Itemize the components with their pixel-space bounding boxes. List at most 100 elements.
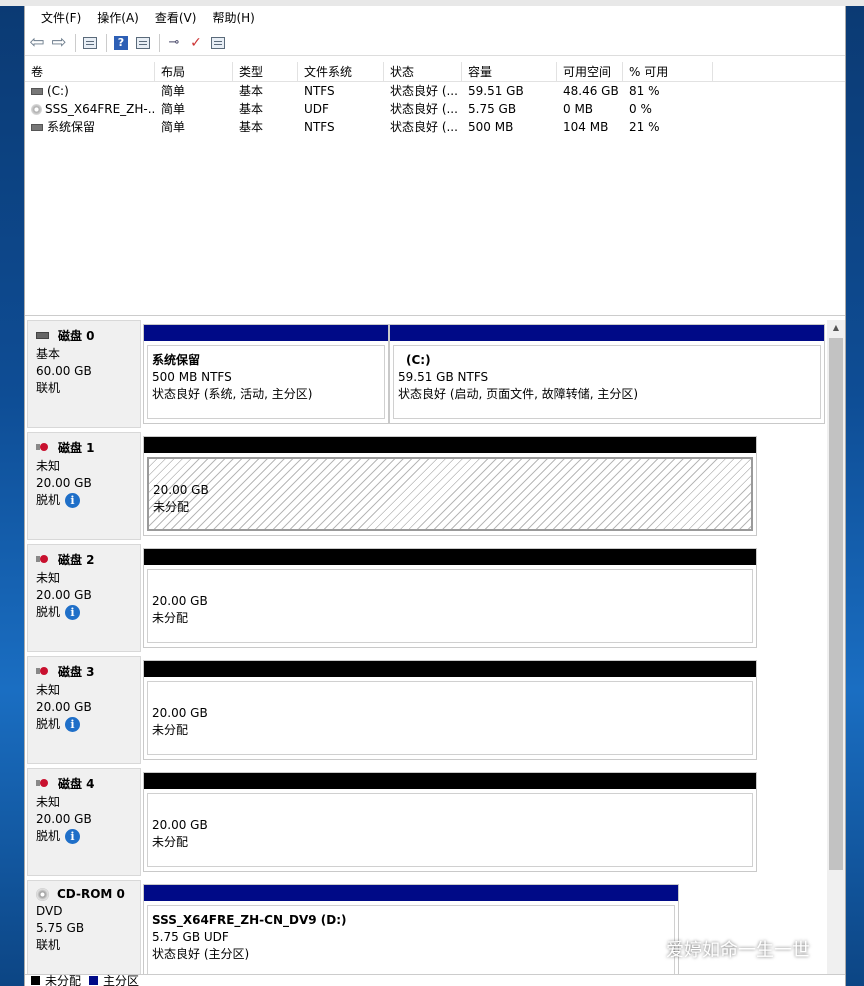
partition-title: (C:) (406, 353, 431, 367)
col-percent-free[interactable]: % 可用 (623, 62, 713, 81)
offline-disk-icon (36, 779, 49, 788)
col-type[interactable]: 类型 (233, 62, 298, 81)
disk-size: 60.00 GB (36, 364, 92, 378)
disk-label[interactable]: 磁盘 1 未知 20.00 GB 脱机 i (27, 432, 141, 540)
unallocated-size: 20.00 GB (152, 594, 208, 608)
scrollbar-thumb[interactable] (829, 338, 843, 870)
volume-pct: 81 % (629, 84, 660, 98)
primary-partition-bar (390, 325, 824, 341)
disk-label[interactable]: CD-ROM 0 DVD 5.75 GB 联机 (27, 880, 141, 986)
disk-kind: 基本 (36, 347, 61, 361)
partition-size: 500 MB NTFS (152, 370, 232, 384)
unallocated-label: 未分配 (152, 723, 189, 737)
volume-layout: 简单 (161, 84, 186, 98)
connect-icon[interactable]: ⊸ (164, 33, 184, 53)
table-row[interactable]: 系统保留 简单 基本 NTFS 状态良好 (... 500 MB 104 MB … (25, 118, 845, 136)
unallocated-space[interactable]: 20.00 GB 未分配 (143, 436, 757, 536)
forward-arrow-icon[interactable]: ⇨ (49, 33, 69, 53)
partition-d[interactable]: SSS_X64FRE_ZH-CN_DV9 (D:) 5.75 GB UDF 状态… (143, 884, 679, 984)
unallocated-space[interactable]: 20.00 GB 未分配 (143, 548, 757, 648)
volume-layout: 简单 (161, 120, 186, 134)
disk-row: CD-ROM 0 DVD 5.75 GB 联机 SSS_X64FRE_ZH-CN… (25, 880, 845, 986)
legend-swatch-primary (89, 976, 99, 985)
check-icon[interactable]: ✓ (186, 33, 206, 53)
disk-title: 磁盘 3 (58, 665, 95, 679)
col-filesystem[interactable]: 文件系统 (298, 62, 384, 81)
unallocated-label: 未分配 (152, 835, 189, 849)
volume-free: 0 MB (563, 102, 594, 116)
col-free-space[interactable]: 可用空间 (557, 62, 623, 81)
legend-swatch-unallocated (31, 976, 40, 985)
unallocated-bar (144, 549, 756, 565)
legend: 未分配 主分区 (25, 974, 845, 986)
disk-row: 磁盘 3 未知 20.00 GB 脱机 i 20.00 GB 未分配 (25, 656, 845, 764)
col-layout[interactable]: 布局 (155, 62, 233, 81)
volume-free: 48.46 GB (563, 84, 619, 98)
volume-icon (31, 124, 43, 131)
info-icon[interactable]: i (65, 493, 81, 508)
partition-c[interactable]: (C:) 59.51 GB NTFS 状态良好 (启动, 页面文件, 故障转储,… (389, 324, 825, 424)
unallocated-size: 20.00 GB (152, 818, 208, 832)
volume-name: SSS_X64FRE_ZH-... (45, 102, 155, 116)
help-icon[interactable]: ? (111, 33, 131, 53)
properties-icon[interactable] (133, 33, 153, 53)
volume-type: 基本 (239, 84, 264, 98)
table-row[interactable]: SSS_X64FRE_ZH-... 简单 基本 UDF 状态良好 (... 5.… (25, 100, 845, 118)
disk-state: 脱机 (36, 717, 61, 731)
info-icon[interactable]: i (65, 605, 81, 620)
scroll-up-icon[interactable]: ▲ (827, 320, 845, 336)
disk-label[interactable]: 磁盘 4 未知 20.00 GB 脱机 i (27, 768, 141, 876)
disk-row: 磁盘 2 未知 20.00 GB 脱机 i 20.00 GB 未分配 (25, 544, 845, 652)
volume-type: 基本 (239, 120, 264, 134)
disk-label[interactable]: 磁盘 2 未知 20.00 GB 脱机 i (27, 544, 141, 652)
volume-fs: NTFS (304, 84, 335, 98)
menu-help[interactable]: 帮助(H) (204, 6, 262, 30)
col-status[interactable]: 状态 (384, 62, 462, 81)
menu-action[interactable]: 操作(A) (89, 6, 147, 30)
disk-label[interactable]: 磁盘 3 未知 20.00 GB 脱机 i (27, 656, 141, 764)
volume-status: 状态良好 (... (390, 102, 458, 116)
table-row[interactable]: (C:) 简单 基本 NTFS 状态良好 (... 59.51 GB 48.46… (25, 82, 845, 100)
volume-name: (C:) (47, 84, 69, 98)
unallocated-label: 未分配 (152, 611, 189, 625)
volume-fs: UDF (304, 102, 329, 116)
volume-list: 卷 布局 类型 文件系统 状态 容量 可用空间 % 可用 (C:) 简单 基本 … (25, 62, 845, 316)
menu-file[interactable]: 文件(F) (33, 6, 89, 30)
vertical-scrollbar[interactable]: ▲ (827, 320, 845, 976)
col-volume[interactable]: 卷 (25, 62, 155, 81)
disk-size: 20.00 GB (36, 588, 92, 602)
info-icon[interactable]: i (65, 829, 81, 844)
partition-system-reserved[interactable]: 系统保留 500 MB NTFS 状态良好 (系统, 活动, 主分区) (143, 324, 389, 424)
disk-state: 联机 (36, 381, 61, 395)
disk-size: 20.00 GB (36, 812, 92, 826)
unallocated-bar (144, 661, 756, 677)
info-icon[interactable]: i (65, 717, 81, 732)
partition-title: 系统保留 (152, 353, 201, 367)
disk-kind: 未知 (36, 459, 61, 473)
primary-partition-bar (144, 325, 388, 341)
toolbar-separator (106, 33, 107, 52)
list-icon[interactable] (208, 33, 228, 53)
unallocated-space[interactable]: 20.00 GB 未分配 (143, 772, 757, 872)
disk-graphical-view: 磁盘 0 基本 60.00 GB 联机 系统保留 500 MB NTFS 状态良… (25, 320, 845, 986)
volume-type: 基本 (239, 102, 264, 116)
disk-kind: 未知 (36, 795, 61, 809)
volume-status: 状态良好 (... (390, 84, 458, 98)
disk-row: 磁盘 1 未知 20.00 GB 脱机 i 20.00 GB 未分配 (25, 432, 845, 540)
menu-view[interactable]: 查看(V) (147, 6, 205, 30)
disk-management-window: 文件(F) 操作(A) 查看(V) 帮助(H) ⇦ ⇨ ? ⊸ ✓ 卷 布局 类… (24, 6, 846, 986)
console-tree-icon[interactable] (80, 33, 100, 53)
disk-title: 磁盘 1 (58, 441, 95, 455)
volume-fs: NTFS (304, 120, 335, 134)
hard-disk-icon (36, 332, 49, 339)
disk-row: 磁盘 4 未知 20.00 GB 脱机 i 20.00 GB 未分配 (25, 768, 845, 876)
disk-state: 脱机 (36, 493, 61, 507)
disk-label[interactable]: 磁盘 0 基本 60.00 GB 联机 (27, 320, 141, 428)
col-capacity[interactable]: 容量 (462, 62, 557, 81)
partition-title: SSS_X64FRE_ZH-CN_DV9 (D:) (152, 913, 347, 927)
back-arrow-icon[interactable]: ⇦ (27, 33, 47, 53)
legend-label: 主分区 (103, 974, 140, 986)
unallocated-space[interactable]: 20.00 GB 未分配 (143, 660, 757, 760)
partition-status: 状态良好 (系统, 活动, 主分区) (152, 387, 313, 401)
volume-capacity: 500 MB (468, 120, 514, 134)
